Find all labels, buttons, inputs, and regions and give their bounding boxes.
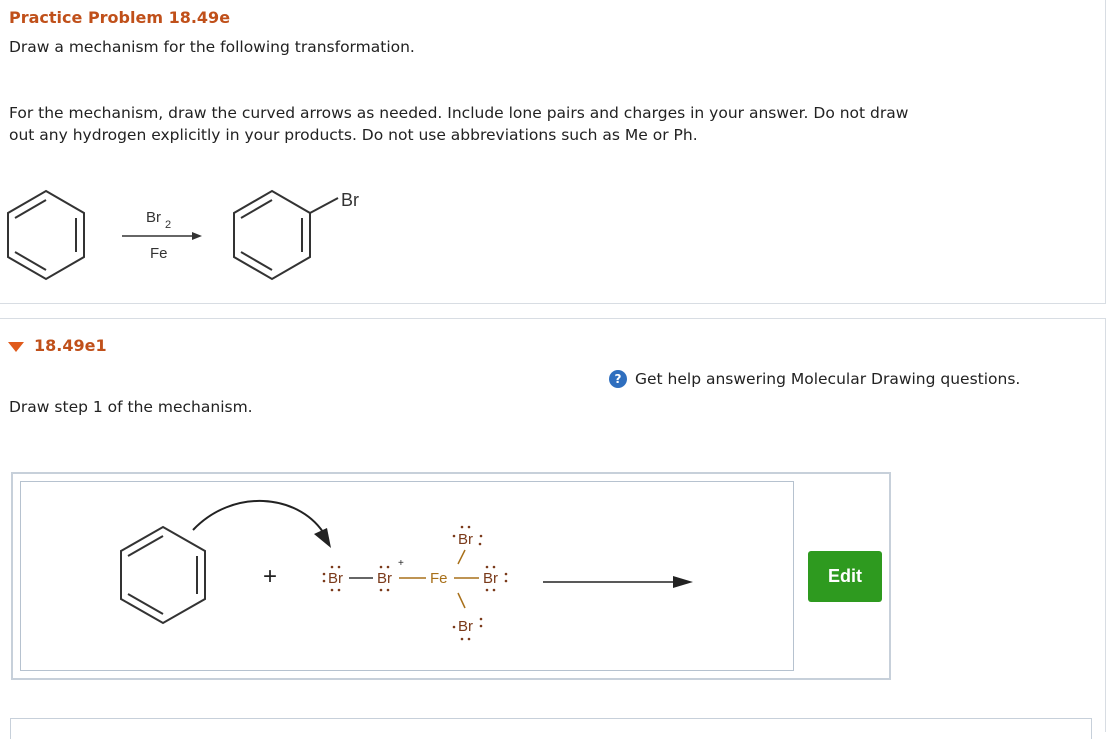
next-section-box [10,718,1092,739]
reaction-scheme: Br 2 Fe Br [7,189,359,281]
atom-br-3: Br [483,570,498,587]
benzene-reactant [7,189,85,281]
reaction-arrow [122,232,202,240]
subpart-header[interactable]: 18.49e1 [8,336,107,355]
atom-br-2: Br [377,570,392,587]
reagent-fe: Fe [150,245,168,262]
reagent-br2-sub: 2 [165,219,171,231]
bonds [349,549,479,609]
problem-instruction: Draw a mechanism for the following trans… [9,38,415,56]
drawing-container: + Br Br Fe Br Br Br + Edit [11,472,891,680]
step-instruction: Draw step 1 of the mechanism. [9,398,253,416]
benzene [120,525,206,625]
curved-arrow-head [314,528,331,548]
help-link-text: Get help answering Molecular Drawing que… [635,370,1021,388]
plus-sign: + [263,563,277,590]
problem-details-line-2: out any hydrogen explicitly in your prod… [9,126,698,144]
collapse-triangle-icon[interactable] [8,341,24,352]
mechanism-drawing: + Br Br Fe Br Br Br + [120,499,693,641]
lone-pairs [322,525,508,641]
reagent-br2: Br [146,209,161,226]
reaction-arrow-step [543,576,693,588]
atom-fe: Fe [430,570,448,587]
positive-charge: + [398,558,404,569]
edit-button[interactable]: Edit [808,551,882,602]
bromobenzene-product [233,189,339,281]
product-br-label: Br [341,190,359,210]
subpart-title: 18.49e1 [34,336,107,355]
question-icon: ? [609,370,627,388]
help-link[interactable]: ? Get help answering Molecular Drawing q… [609,370,1020,388]
problem-title: Practice Problem 18.49e [9,8,231,27]
curved-arrow [192,499,324,533]
atom-br-bottom: Br [458,618,473,635]
atom-br-1: Br [328,570,343,587]
drawing-canvas[interactable]: + Br Br Fe Br Br Br + [20,481,794,671]
atom-br-top: Br [458,531,473,548]
problem-details-line-1: For the mechanism, draw the curved arrow… [9,104,909,122]
